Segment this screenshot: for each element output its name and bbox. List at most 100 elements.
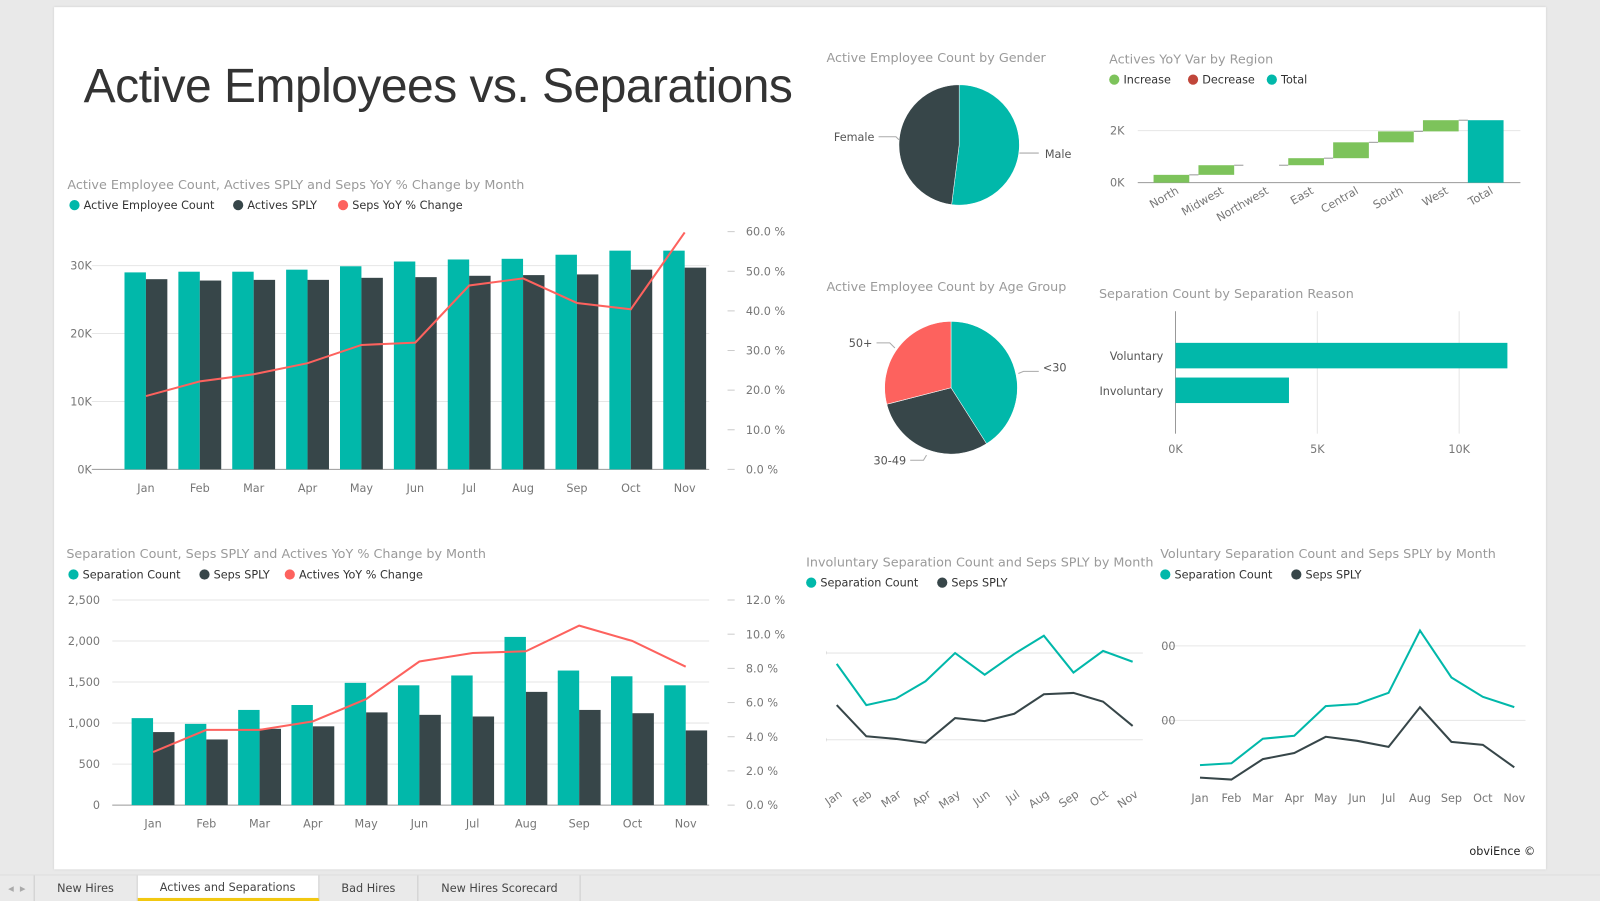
y2-tick-label: 6.0 % <box>746 697 778 710</box>
legend-marker <box>69 199 80 211</box>
slice-label: 50+ <box>849 337 873 350</box>
caret-left-icon[interactable]: ◂ <box>8 882 14 895</box>
y-tick-label: 400 <box>806 647 827 660</box>
legend-marker <box>1109 74 1120 85</box>
chart-title: Active Employee Count by Age Group <box>827 280 1067 295</box>
waterfall-bar <box>1422 120 1459 132</box>
leader-line <box>878 136 900 141</box>
waterfall-bar <box>1153 174 1190 183</box>
y-tick-label: 2,500 <box>68 594 100 607</box>
category-label: Involuntary <box>1099 385 1163 398</box>
line-series <box>1199 628 1515 767</box>
bar-current <box>393 261 416 470</box>
x-tick-label: Jul <box>1381 792 1396 805</box>
y2-tick-label: 0.0 % <box>746 463 778 476</box>
legend-marker <box>1266 74 1277 85</box>
x-tick-label: Jul <box>465 818 480 831</box>
legend-marker <box>68 569 79 580</box>
legend-label: Seps SPLY <box>1305 569 1361 582</box>
bar-sply <box>469 275 491 470</box>
y2-tick-label: 4.0 % <box>746 731 778 744</box>
bar-current <box>447 259 470 470</box>
bar-sply <box>419 714 441 806</box>
legend-marker <box>937 577 948 588</box>
x-tick-label: Mar <box>879 788 904 811</box>
bar-current <box>609 250 631 470</box>
x-tick-label: May <box>1314 792 1338 805</box>
bar-sply <box>307 279 329 470</box>
bar-current <box>663 250 685 470</box>
charts-layer: Active Employee Count, Actives SPLY and … <box>66 51 1525 831</box>
bar-sply <box>525 691 548 806</box>
y-tick-label: 1,500 <box>1143 640 1175 653</box>
bar-current <box>451 675 473 806</box>
x-tick-label: Nov <box>1115 788 1141 811</box>
y-tick-label: 20K <box>70 328 92 341</box>
y2-tick-label: 0.0 % <box>746 799 778 812</box>
bar-current <box>555 254 577 470</box>
age-pie-chart: Active Employee Count by Age Group <30 30-… <box>827 280 1067 467</box>
x-tick-label: Apr <box>910 788 934 810</box>
x-tick-label: Feb <box>196 818 216 831</box>
total-bar <box>1467 120 1504 183</box>
x-tick-label: Nov <box>1503 792 1525 805</box>
bar-sply <box>684 267 707 470</box>
tab-actives-and-separations[interactable]: Actives and Separations <box>137 875 319 901</box>
x-tick-label: Jul <box>461 482 476 495</box>
bar-sply <box>472 716 495 806</box>
x-tick-label: May <box>350 482 374 495</box>
bar-current <box>611 676 633 806</box>
leader-line <box>876 342 896 349</box>
bar-sply <box>632 713 654 806</box>
x-tick-label: 5K <box>1310 443 1325 456</box>
chart-title: Actives YoY Var by Region <box>1109 52 1273 67</box>
x-tick-label: May <box>936 788 963 812</box>
page-tabs: ◂ ▸ New Hires Actives and Separations Ba… <box>0 874 1600 901</box>
legend-label: Seps YoY % Change <box>352 199 462 212</box>
y-tick-label: 200 <box>806 734 827 747</box>
x-tick-label: North <box>1147 184 1181 211</box>
x-tick-label: Feb <box>190 482 210 495</box>
legend-marker <box>199 569 210 580</box>
x-tick-label: Jan <box>1190 792 1208 805</box>
slice-label: 30-49 <box>874 454 907 467</box>
bar-sply <box>630 269 653 470</box>
x-tick-label: Jan <box>143 818 161 831</box>
legend-label: Decrease <box>1202 74 1255 87</box>
legend-label: Separation Count <box>1174 569 1272 582</box>
y-tick-label: 1,000 <box>68 717 100 730</box>
bar-current <box>339 266 362 470</box>
bar-sply <box>415 277 437 470</box>
bar-current <box>232 271 254 470</box>
legend-marker <box>1291 569 1302 580</box>
x-tick-label: Nov <box>675 818 697 831</box>
tab-bad-hires[interactable]: Bad Hires <box>319 875 419 901</box>
bar-current <box>501 258 524 470</box>
line-series <box>835 634 1133 707</box>
y2-tick-label: 12.0 % <box>746 594 786 607</box>
x-tick-label: Jun <box>970 788 993 809</box>
x-tick-label: East <box>1288 184 1316 208</box>
x-tick-label: Aug <box>1409 792 1431 805</box>
bar-current <box>178 271 200 470</box>
slice-label: <30 <box>1043 361 1067 374</box>
x-tick-label: Jul <box>1003 788 1022 807</box>
bar-current <box>504 636 526 806</box>
legend-label: Seps SPLY <box>951 577 1007 590</box>
x-tick-label: Aug <box>512 482 534 495</box>
bar-sply <box>199 280 222 470</box>
category-label: Voluntary <box>1110 350 1164 363</box>
x-tick-label: Sep <box>1057 788 1082 811</box>
x-tick-label: 0K <box>1168 443 1183 456</box>
caret-right-icon[interactable]: ▸ <box>20 882 26 895</box>
leader-line <box>910 454 927 461</box>
waterfall-bar <box>1198 165 1235 175</box>
report-canvas: Active Employees vs. Separations Active … <box>0 0 1600 901</box>
leader-line <box>1018 370 1039 374</box>
slice-label: Female <box>834 131 875 144</box>
actives-combo-chart: Active Employee Count, Actives SPLY and … <box>67 178 785 495</box>
tab-new-hires[interactable]: New Hires <box>35 875 138 901</box>
y2-tick-label: 60.0 % <box>746 226 786 239</box>
legend-label: Separation Count <box>83 569 181 582</box>
tab-new-hires-scorecard[interactable]: New Hires Scorecard <box>419 875 582 901</box>
